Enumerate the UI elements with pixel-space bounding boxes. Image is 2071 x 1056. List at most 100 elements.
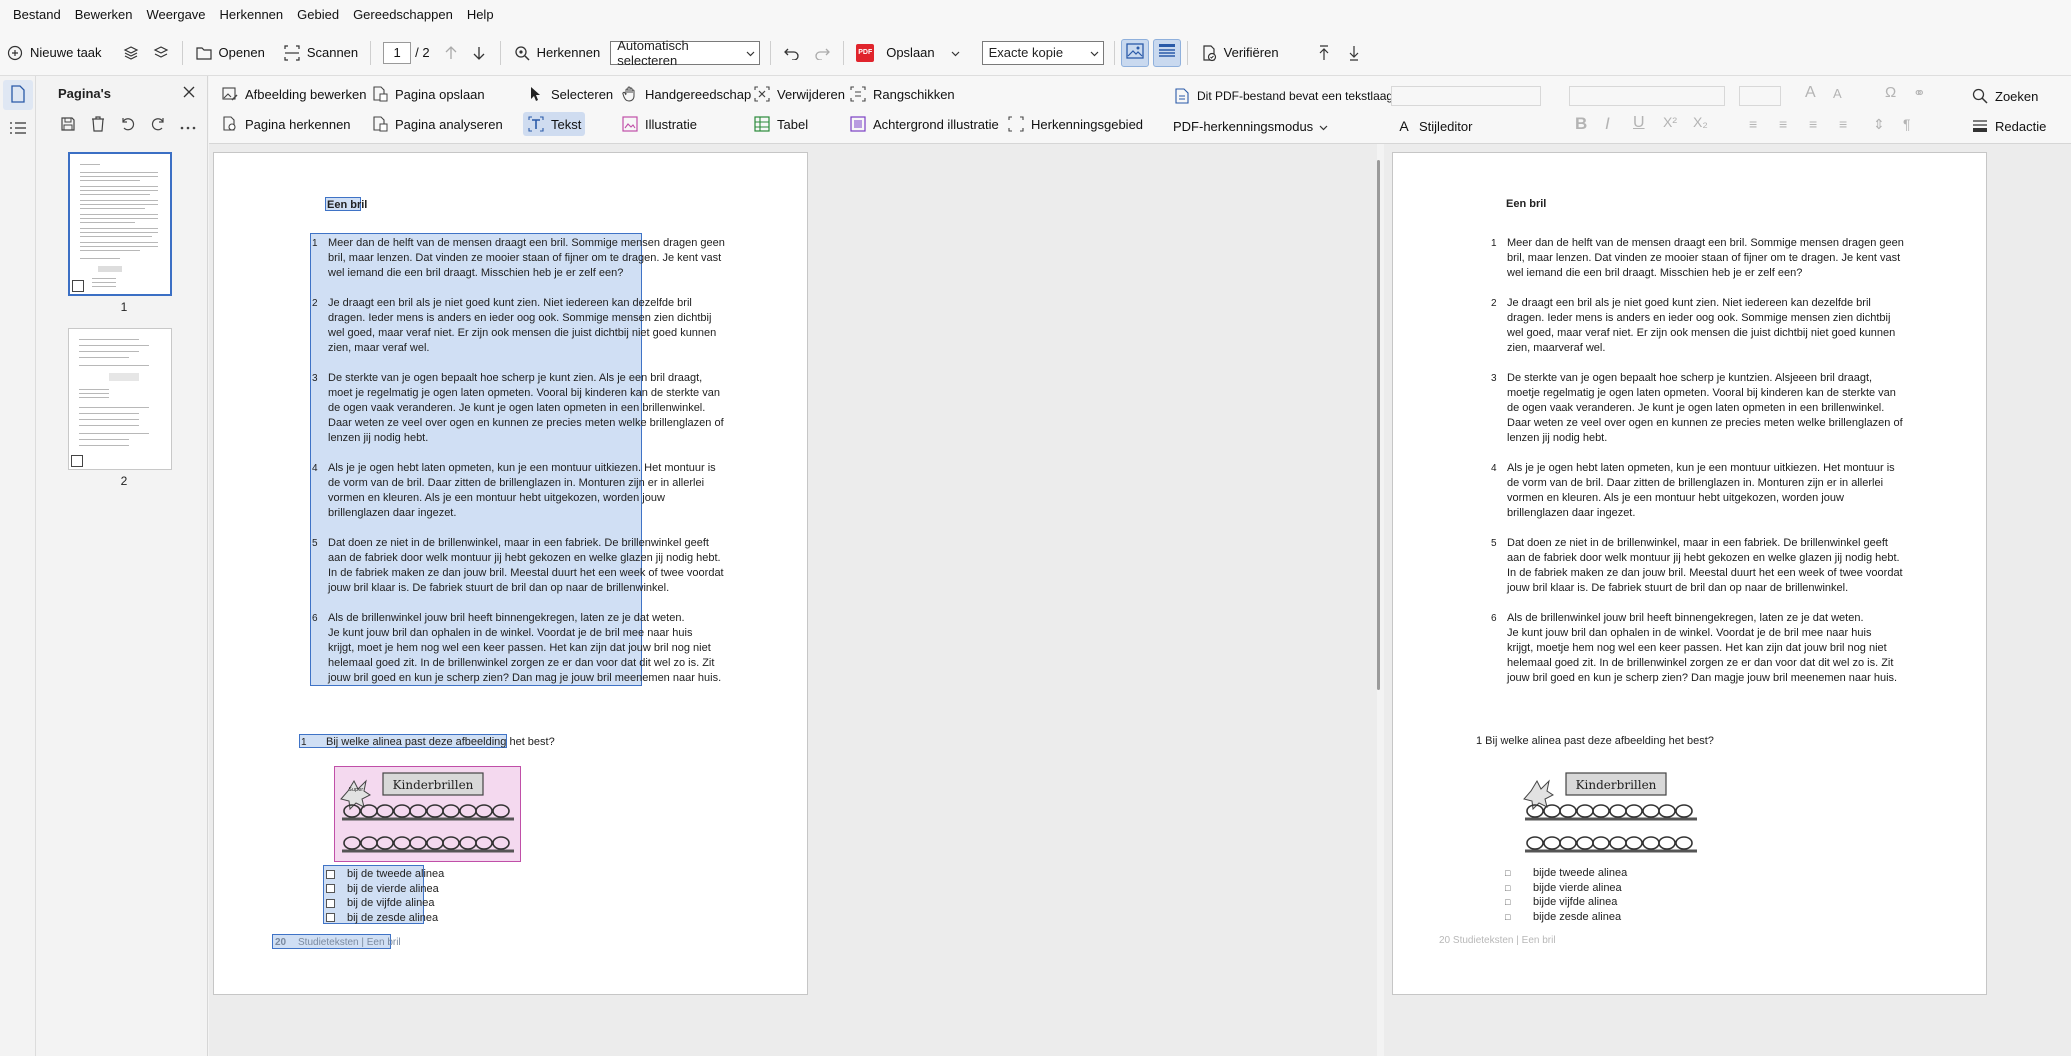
redaction-button[interactable]: Redactie xyxy=(1967,114,2050,138)
hand-tool-button[interactable]: Handgereedschap xyxy=(617,82,755,106)
send-down-button[interactable] xyxy=(1339,38,1369,68)
font-size-combo[interactable] xyxy=(1739,86,1781,106)
save-page-button[interactable]: Pagina opslaan xyxy=(367,82,489,106)
recognize-page-button[interactable]: Pagina herkennen xyxy=(217,112,355,136)
paragraph-text[interactable]: Dat doen ze niet in de brillenwinkel, ma… xyxy=(1507,536,1903,596)
answer-option[interactable]: □ bijde vierde alinea xyxy=(1505,882,1622,894)
answer-option[interactable]: □ bijde vijfde alinea xyxy=(1505,896,1617,908)
view-text-toggle[interactable] xyxy=(1152,38,1181,67)
checkbox[interactable] xyxy=(326,884,335,894)
save-icon[interactable] xyxy=(60,116,76,135)
text-area-button[interactable]: Tekst xyxy=(523,112,586,136)
scan-button[interactable]: Scannen xyxy=(277,38,364,68)
new-task-button[interactable]: Nieuwe taak xyxy=(0,38,108,68)
page-thumbnail-2[interactable] xyxy=(68,328,172,470)
analyze-page-button[interactable]: Pagina analyseren xyxy=(367,112,507,136)
grow-font-icon[interactable]: A xyxy=(1805,84,1816,102)
hand-icon xyxy=(621,85,639,103)
checkbox[interactable] xyxy=(326,898,335,908)
menu-bestand[interactable]: Bestand xyxy=(6,0,68,30)
view-image-toggle[interactable] xyxy=(1120,38,1149,67)
paragraph-text[interactable]: Als je je ogen hebt laten opmeten, kun j… xyxy=(1507,461,1895,521)
more-icon[interactable] xyxy=(180,118,196,133)
arrow-up-icon[interactable] xyxy=(442,44,460,62)
exact-copy-dropdown[interactable]: Exacte kopie xyxy=(981,40,1104,65)
answer-option[interactable]: bij de vierde alinea xyxy=(326,882,439,897)
redo-button[interactable] xyxy=(807,38,837,68)
arrow-down-icon[interactable] xyxy=(470,44,488,62)
illustration-area-button[interactable]: Illustratie xyxy=(617,112,701,136)
background-illustration-button[interactable]: Achtergrond illustratie xyxy=(845,112,1003,136)
verify-button[interactable]: Verifiëren xyxy=(1194,38,1285,68)
thumb-image xyxy=(98,266,122,272)
delete-area-button[interactable]: Verwijderen xyxy=(749,82,849,106)
line-spacing-icon[interactable]: ⇕ xyxy=(1873,116,1885,133)
page-thumbnail-1[interactable] xyxy=(68,152,172,296)
auto-select-dropdown[interactable]: Automatisch selecteren xyxy=(610,38,761,68)
special-char-icon[interactable]: Ω xyxy=(1885,84,1896,101)
paragraph-text[interactable]: Als de brillenwinkel jouw bril heeft bin… xyxy=(1507,611,1897,686)
italic-icon[interactable]: I xyxy=(1605,114,1610,134)
pages-view-button[interactable] xyxy=(3,80,33,110)
menu-herkennen[interactable]: Herkennen xyxy=(213,0,291,30)
menu-weergave[interactable]: Weergave xyxy=(140,0,213,30)
thumb-line xyxy=(80,186,158,187)
pdf-mode-dropdown[interactable]: PDF-herkenningsmodus xyxy=(1169,114,1332,138)
answer-option[interactable]: bij de vijfde alinea xyxy=(326,896,434,911)
structure-view-button[interactable] xyxy=(3,114,33,144)
thumb-line xyxy=(80,228,158,229)
close-icon[interactable] xyxy=(183,86,195,101)
menu-help[interactable]: Help xyxy=(460,0,501,30)
trash-icon[interactable] xyxy=(90,115,106,135)
link-icon[interactable]: ⚭ xyxy=(1913,84,1926,102)
paragraph-4: 4 Als je je ogen hebt laten opmeten, kun… xyxy=(1491,461,1895,521)
answer-option[interactable]: bij de zesde alinea xyxy=(326,911,438,926)
undo-button[interactable] xyxy=(777,38,807,68)
menu-gebied[interactable]: Gebied xyxy=(290,0,346,30)
save-button[interactable]: PDF Opslaan xyxy=(850,38,965,68)
question-text[interactable]: 1 Bij welke alinea past deze afbeelding … xyxy=(1476,735,1714,747)
layers-button[interactable] xyxy=(146,38,176,68)
font-style-combo[interactable] xyxy=(1569,86,1725,106)
font-name-combo[interactable] xyxy=(1391,86,1541,106)
search-button[interactable]: Zoeken xyxy=(1967,84,2042,108)
recognition-area-button[interactable]: Herkenningsgebied xyxy=(1003,112,1147,136)
paragraph-text[interactable]: De sterkte van je ogen bepaalt hoe scher… xyxy=(1507,371,1903,446)
checkbox[interactable] xyxy=(326,869,335,879)
subscript-icon[interactable]: X₂ xyxy=(1693,114,1708,130)
menu-bewerken[interactable]: Bewerken xyxy=(68,0,140,30)
align-center-icon[interactable]: ≡ xyxy=(1779,116,1787,132)
shrink-font-icon[interactable]: A xyxy=(1833,86,1842,101)
menu-gereedschappen[interactable]: Gereedschappen xyxy=(346,0,460,30)
pdf-text-layer-button[interactable]: Dit PDF-bestand bevat een tekstlaag xyxy=(1169,84,1397,108)
layers-add-button[interactable] xyxy=(116,38,146,68)
paragraph-text[interactable]: Je draagt een bril als je niet goed kunt… xyxy=(1507,296,1895,356)
pane-splitter[interactable] xyxy=(1377,160,1380,690)
illustration-area-icon xyxy=(621,115,639,133)
page-number-input[interactable]: 1 xyxy=(383,41,412,64)
chevron-down-icon[interactable] xyxy=(951,45,960,60)
answer-option-label: bij de vierde alinea xyxy=(347,882,439,895)
checkbox[interactable] xyxy=(326,913,335,923)
bold-icon[interactable]: B xyxy=(1575,114,1587,134)
answer-option[interactable]: □ bijde tweede alinea xyxy=(1505,867,1627,879)
paragraph-icon[interactable]: ¶ xyxy=(1903,116,1911,132)
arrange-button[interactable]: Rangschikken xyxy=(845,82,959,106)
open-button[interactable]: Openen xyxy=(189,38,271,68)
align-left-icon[interactable]: ≡ xyxy=(1749,116,1757,132)
table-area-button[interactable]: Tabel xyxy=(749,112,812,136)
rotate-right-icon[interactable] xyxy=(150,116,166,135)
send-up-button[interactable] xyxy=(1309,38,1339,68)
align-right-icon[interactable]: ≡ xyxy=(1809,116,1817,132)
underline-icon[interactable]: U xyxy=(1633,114,1645,132)
paragraph-text[interactable]: Meer dan de helft van de mensen draagt e… xyxy=(1507,236,1904,281)
rotate-left-icon[interactable] xyxy=(120,116,136,135)
justify-icon[interactable]: ≡ xyxy=(1839,116,1847,132)
superscript-icon[interactable]: X² xyxy=(1663,114,1677,130)
recognize-button[interactable]: Herkennen xyxy=(507,38,607,68)
answer-option[interactable]: □ bijde zesde alinea xyxy=(1505,911,1621,923)
edit-image-button[interactable]: Afbeelding bewerken xyxy=(217,82,370,106)
select-tool-button[interactable]: Selecteren xyxy=(523,82,617,106)
style-editor-button[interactable]: A Stijleditor xyxy=(1391,114,1476,138)
answer-option[interactable]: bij de tweede alinea xyxy=(326,867,444,882)
